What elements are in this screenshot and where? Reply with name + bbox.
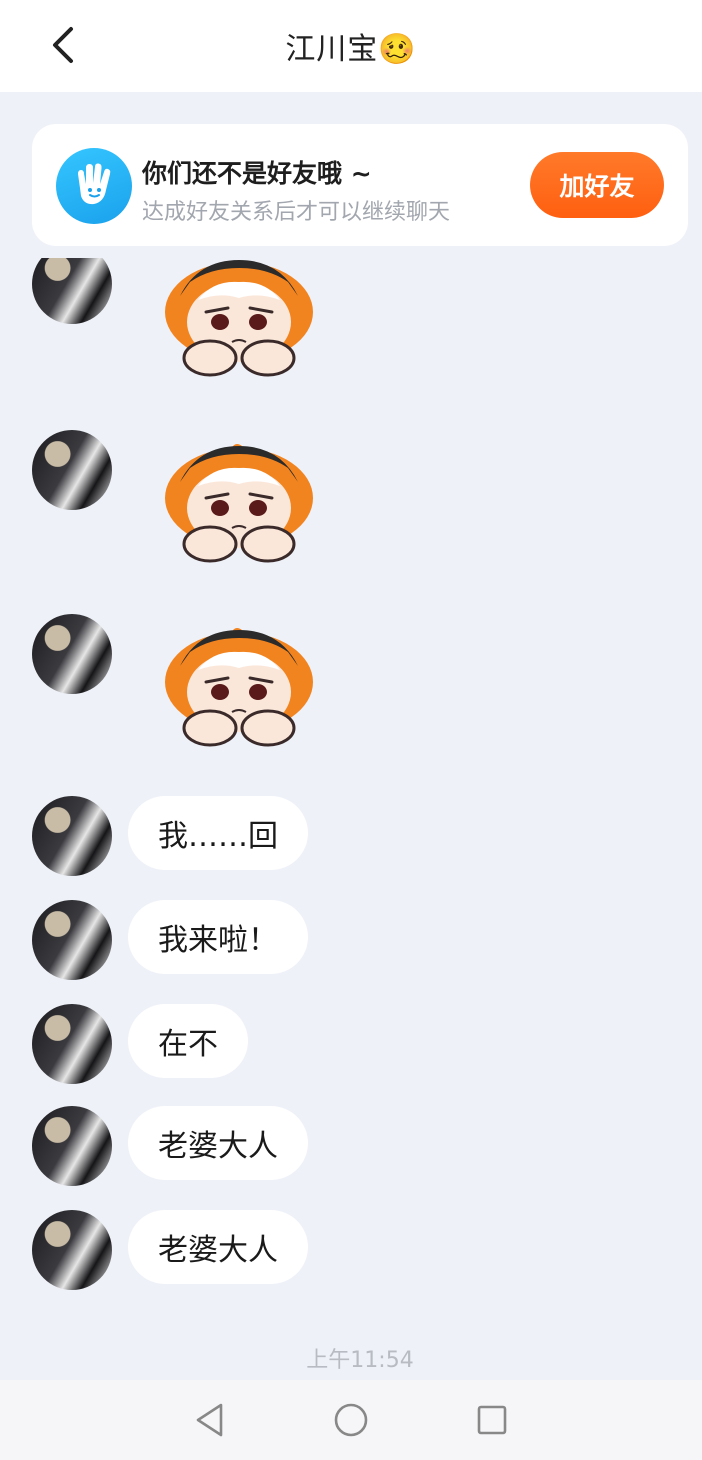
- square-recents-icon: [477, 1405, 506, 1435]
- message-bubble[interactable]: 在不: [128, 1004, 248, 1078]
- avatar[interactable]: [32, 1106, 112, 1186]
- avatar[interactable]: [32, 900, 112, 980]
- sad-anime-girl-sticker[interactable]: [158, 626, 320, 748]
- message-list[interactable]: 我……回 我来啦！ 在不 老婆大人 老婆大人: [0, 258, 702, 1378]
- message-bubble[interactable]: 我来啦！: [128, 900, 308, 974]
- add-friend-button[interactable]: 加好友: [530, 152, 664, 218]
- message-bubble[interactable]: 老婆大人: [128, 1106, 308, 1180]
- avatar[interactable]: [32, 1004, 112, 1084]
- message-timestamp: 上午11:54: [306, 1348, 414, 1373]
- circle-home-icon: [334, 1403, 368, 1437]
- message-bubble[interactable]: 我……回: [128, 796, 308, 870]
- system-nav-bar: [0, 1380, 702, 1460]
- sad-anime-girl-sticker[interactable]: [158, 258, 320, 378]
- sad-anime-girl-sticker[interactable]: [158, 442, 320, 564]
- avatar[interactable]: [32, 796, 112, 876]
- chevron-left-icon: [53, 27, 73, 63]
- avatar[interactable]: [32, 258, 112, 324]
- waving-hand-icon: [56, 148, 132, 224]
- avatar[interactable]: [32, 1210, 112, 1290]
- nav-home-button[interactable]: [331, 1400, 371, 1440]
- avatar[interactable]: [32, 614, 112, 694]
- message-bubble[interactable]: 老婆大人: [128, 1210, 308, 1284]
- nav-recents-button[interactable]: [472, 1400, 512, 1440]
- chat-title[interactable]: 江川宝🥴: [285, 24, 416, 68]
- banner-title: 你们还不是好友哦 ~: [142, 159, 372, 188]
- back-button[interactable]: [40, 22, 86, 68]
- triangle-back-icon: [197, 1403, 223, 1437]
- avatar[interactable]: [32, 430, 112, 510]
- banner-subtitle: 达成好友关系后才可以继续聊天: [142, 200, 451, 225]
- not-friends-banner: 你们还不是好友哦 ~ 达成好友关系后才可以继续聊天 加好友: [32, 124, 688, 246]
- chat-header: 江川宝🥴: [0, 0, 702, 92]
- nav-back-button[interactable]: [190, 1400, 230, 1440]
